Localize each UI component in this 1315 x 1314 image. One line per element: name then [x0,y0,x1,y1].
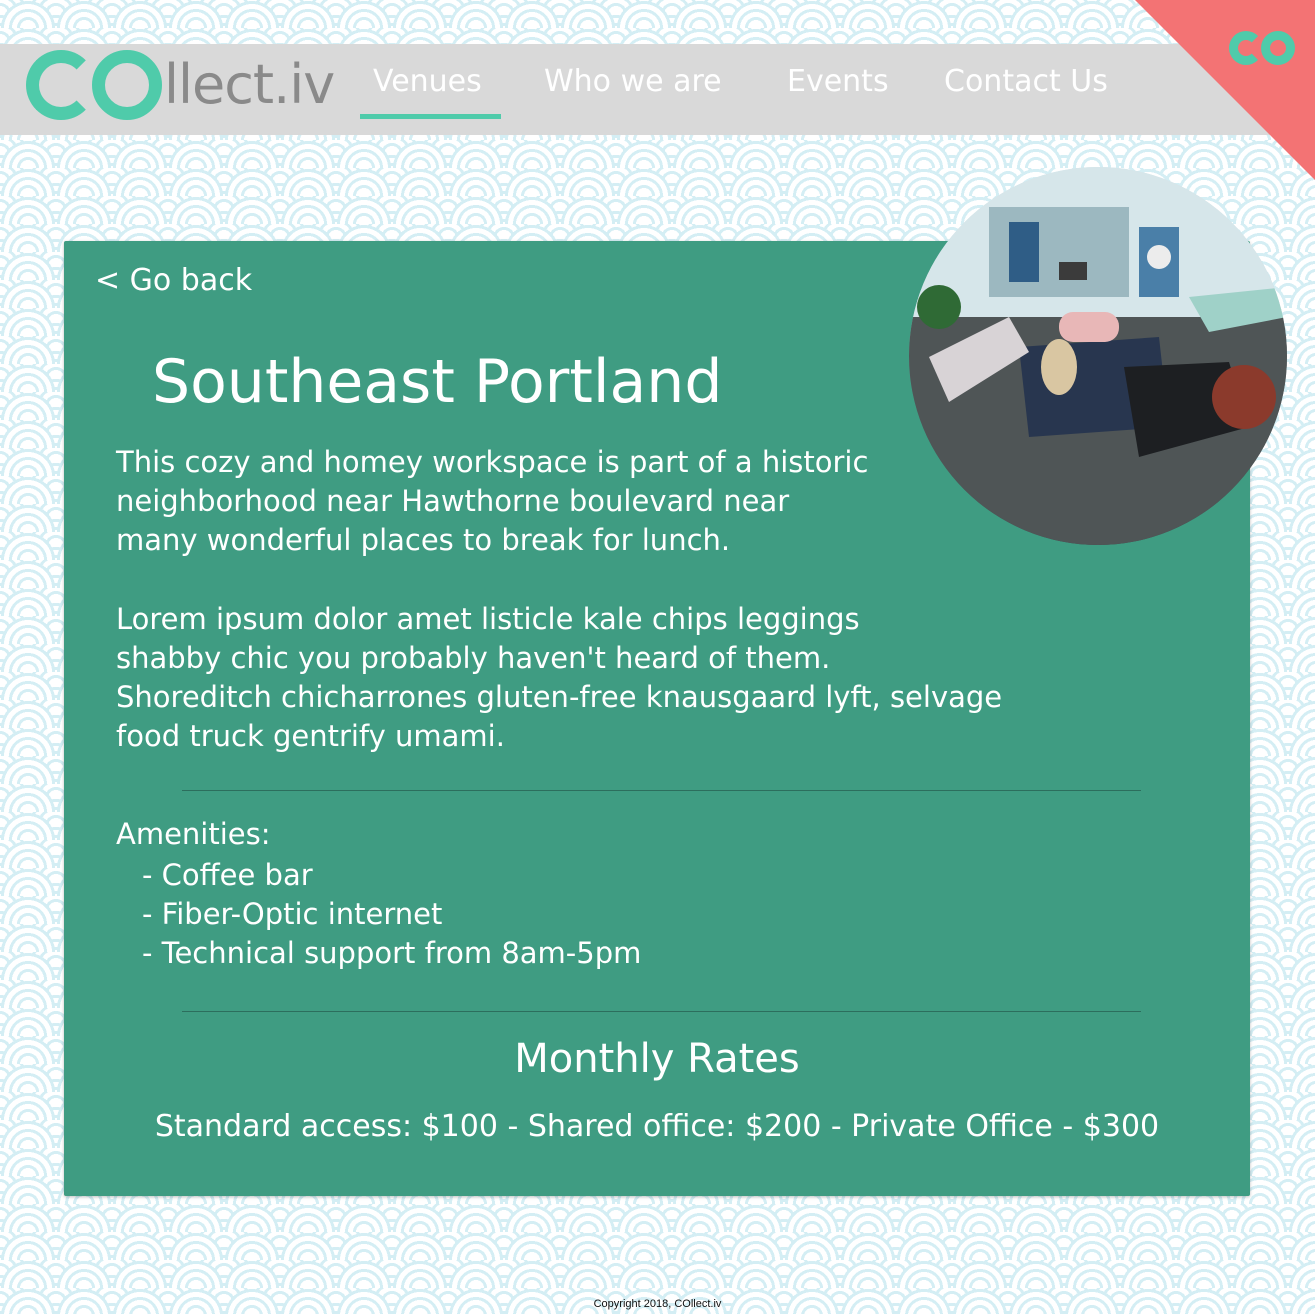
venue-title: Southeast Portland [152,347,723,417]
go-back-link[interactable]: < Go back [95,263,252,298]
site-logo[interactable]: llect.iv [26,50,335,120]
logo-o-ring [92,50,162,120]
corner-c-ring [1229,31,1263,65]
amenities-list: - Coffee bar - Fiber-Optic internet - Te… [142,856,641,973]
venue-description: This cozy and homey workspace is part of… [116,443,868,560]
section-divider [182,790,1141,791]
amenity-item: - Fiber-Optic internet [142,897,443,931]
amenities-heading: Amenities: [116,817,271,851]
nav-events[interactable]: Events [787,64,889,99]
logo-text: llect.iv [164,53,335,116]
amenity-item: - Technical support from 8am-5pm [142,936,642,970]
amenity-item: - Coffee bar [142,858,313,892]
venue-lorem-text: Lorem ipsum dolor amet listicle kale chi… [116,600,1002,756]
lorem-line: food truck gentrify umami. [116,719,505,753]
logo-c-ring [26,50,96,120]
corner-ribbon [1135,0,1315,180]
venue-photo-illustration [909,167,1287,545]
description-line: many wonderful places to break for lunch… [116,523,731,557]
nav-who-we-are[interactable]: Who we are [544,64,722,99]
nav-venues[interactable]: Venues [360,64,501,119]
lorem-line: Shoreditch chicharrones gluten-free knau… [116,680,1003,714]
description-line: neighborhood near Hawthorne boulevard ne… [116,484,790,518]
corner-o-ring [1261,31,1295,65]
corner-co-logo-icon[interactable] [1229,31,1295,65]
lorem-line: Lorem ipsum dolor amet listicle kale chi… [116,602,860,636]
footer-copyright: Copyright 2018, COllect.iv [593,1298,722,1310]
description-line: This cozy and homey workspace is part of… [116,445,869,479]
rates-text: Standard access: $100 - Shared office: $… [154,1109,1160,1144]
nav-contact-us[interactable]: Contact Us [944,64,1108,99]
co-logo-mark [26,50,162,120]
lorem-line: shabby chic you probably haven't heard o… [116,641,831,675]
section-divider [182,1011,1141,1012]
venue-photo [909,167,1287,545]
rates-heading: Monthly Rates [514,1036,800,1082]
